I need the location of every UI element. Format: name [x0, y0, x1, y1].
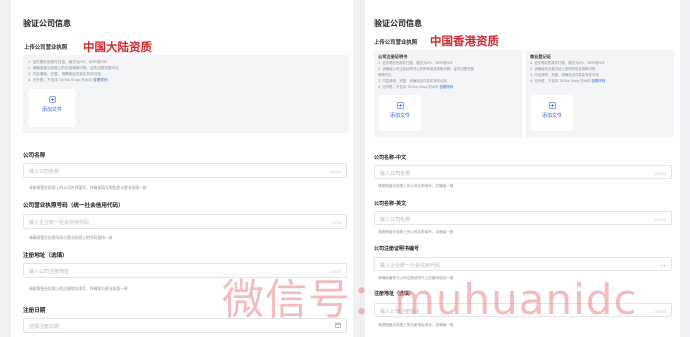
upload-icon [548, 102, 556, 109]
add-file-button[interactable]: 添加文件 [531, 95, 573, 131]
view-example-link[interactable]: 查看样例 [591, 79, 605, 83]
char-counter: 0/200 [655, 308, 666, 314]
input-placeholder: 输入公司名称 [380, 217, 411, 223]
add-file-button[interactable]: 添加文件 [29, 89, 75, 127]
input-placeholder: 选择注册日期 [29, 324, 60, 330]
field-hint: 请按照营业执照上的公司名称填写，并确保一致 [378, 184, 454, 188]
license-number-label: 公司营业执照号码（统一社会信用代码） [23, 203, 124, 209]
input-placeholder: 输入公司名称 [29, 169, 60, 175]
char-counter: 0/100 [655, 170, 666, 176]
page-title: 验证公司信息 [374, 19, 422, 28]
region-label-mainland: 中国大陆资质 [83, 40, 152, 54]
char-counter: 0/18 [332, 219, 341, 225]
input-placeholder: 输入企业统一社会信用代码 [29, 220, 90, 226]
upload-icon [396, 102, 404, 109]
field-hint: 请确保营业执照号码与营业执照上的号码保持一致 [29, 235, 113, 240]
upload-card-business-registration: 商业登记证 1. 证件需彩色原件扫描，格式为JPG、BMP或PDF 2. 请确保… [526, 50, 674, 138]
char-counter: 0/100 [330, 168, 341, 174]
company-name-chinese-input[interactable]: 输入公司名称 0/100 [374, 165, 672, 179]
company-name-label: 公司名称 [23, 153, 46, 159]
company-name-english-label: 公司名称-英文 [374, 201, 407, 207]
watermark-text: 微信号：muhuanidc [222, 275, 638, 324]
upload-rule-text: 4. 无外框，不支持 TikTok Shop 的水印 [28, 78, 93, 82]
upload-icon [48, 96, 56, 103]
upload-rule: 4. 无外框，不支持 TikTok Shop 的水印 查看样例 [28, 77, 108, 83]
address-label: 注册地址（选填） [23, 253, 68, 259]
upload-card-certificate-of-incorporation: 公司注册证明书 1. 证件需彩色原件扫描，格式为JPG、BMP或PDF 2. 请… [374, 50, 522, 138]
view-example-link[interactable]: 查看样例 [439, 85, 453, 89]
upload-license-label: 上传公司营业执照 [24, 45, 68, 51]
region-label-hongkong: 中国香港资质 [430, 34, 499, 48]
view-example-link[interactable]: 查看样例 [93, 78, 107, 82]
char-counter: 0/8 [659, 262, 666, 268]
company-name-english-input[interactable]: 输入公司名称 0/100 [374, 211, 672, 225]
upload-rule: 2. 请确保公司注册证明书上的所有信息清晰可辨，证件边框完整 [378, 67, 474, 71]
license-number-input[interactable]: 输入企业统一社会信用代码 0/18 [23, 214, 347, 229]
add-file-label: 添加文件 [41, 107, 62, 113]
char-counter: 0/100 [655, 216, 666, 222]
upload-rule-text: 4. 无外框，不支持 TikTok Shop 的水印 [378, 85, 439, 89]
company-name-input[interactable]: 输入公司名称 0/100 [23, 163, 347, 178]
upload-area: 1. 证件需彩色原件扫描，格式为JPG、BMP或PDF 2. 请确保营业执照上的… [23, 55, 349, 133]
upload-rule: 4. 无外框，不支持 TikTok Shop 的水印 查看样例 [378, 84, 453, 90]
add-file-button[interactable]: 添加文件 [379, 95, 421, 131]
certificate-number-label: 公司注册证明书编号 [374, 246, 420, 252]
input-placeholder: 输入公司注册地址 [29, 269, 70, 275]
upload-rule-text: 4. 无外框，不支持 TikTok Shop 的水印 [530, 79, 591, 83]
add-file-label: 添加文件 [389, 113, 410, 119]
upload-rule: 4. 无外框，不支持 TikTok Shop 的水印 查看样例 [530, 78, 605, 84]
add-file-label: 添加文件 [541, 113, 562, 119]
company-name-chinese-label: 公司名称-中文 [374, 155, 407, 161]
upload-license-label: 上传公司营业执照 [374, 40, 418, 46]
registration-date-label: 注册日期 [23, 308, 46, 314]
page-title: 验证公司信息 [23, 19, 71, 28]
input-placeholder: 输入公司名称 [380, 171, 411, 177]
field-hint: 请按照营业执照上的公司名称填写，并确保一致 [378, 230, 454, 234]
field-hint: 请按照营业执照上的公司名称填写，并确保填写的信息与营业执照一致 [29, 185, 147, 190]
field-hint: 请按照营业执照上的注册地址填写，并确保与营业执照一致 [29, 286, 128, 291]
